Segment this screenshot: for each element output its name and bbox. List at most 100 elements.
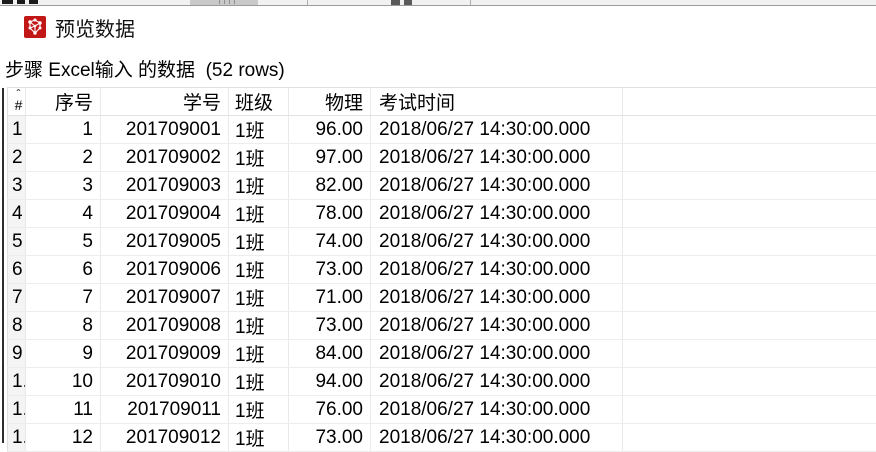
wuli-cell: 82.00 xyxy=(289,172,371,200)
xuhao-cell: 9 xyxy=(26,340,101,368)
kaoshi-shijian-cell: 2018/06/27 14:30:00.000 xyxy=(371,396,623,424)
table-row[interactable]: 882017090081班73.002018/06/27 14:30:00.00… xyxy=(8,312,876,340)
column-header-banji[interactable]: 班级 xyxy=(229,88,289,116)
dialog-titlebar[interactable]: 预览数据 xyxy=(0,6,876,48)
rownum-cell: 1 xyxy=(8,116,26,144)
column-header-xuhao[interactable]: 序号 xyxy=(26,88,101,116)
wuli-cell: 97.00 xyxy=(289,144,371,172)
kaoshi-shijian-cell: 2018/06/27 14:30:00.000 xyxy=(371,144,623,172)
banji-cell: 1班 xyxy=(229,312,289,340)
banji-cell: 1班 xyxy=(229,424,289,452)
rownum-cell: 4 xyxy=(8,200,26,228)
xuehao-cell: 201709009 xyxy=(101,340,229,368)
table-row[interactable]: 552017090051班74.002018/06/27 14:30:00.00… xyxy=(8,228,876,256)
kaoshi-shijian-cell: 2018/06/27 14:30:00.000 xyxy=(371,284,623,312)
xuehao-cell: 201709010 xyxy=(101,368,229,396)
xuehao-cell: 201709011 xyxy=(101,396,229,424)
table-row[interactable]: 332017090031班82.002018/06/27 14:30:00.00… xyxy=(8,172,876,200)
rownum-cell: 8 xyxy=(8,312,26,340)
kaoshi-shijian-cell: 2018/06/27 14:30:00.000 xyxy=(371,256,623,284)
kaoshi-shijian-cell: 2018/06/27 14:30:00.000 xyxy=(371,424,623,452)
preview-data-dialog: 预览数据 步骤 Excel输入 的数据 (52 rows) ˆ # 序号 学号 … xyxy=(0,5,876,443)
xuhao-cell: 6 xyxy=(26,256,101,284)
rownum-cell: 6 xyxy=(8,256,26,284)
table-row[interactable]: 1.112017090111班76.002018/06/27 14:30:00.… xyxy=(8,396,876,424)
xuhao-cell: 2 xyxy=(26,144,101,172)
filler-cell xyxy=(623,340,876,368)
banji-cell: 1班 xyxy=(229,200,289,228)
rownum-cell: 7 xyxy=(8,284,26,312)
background-edge-line xyxy=(2,88,4,443)
preview-table: ˆ # 序号 学号 班级 物理 考试时间 112017090011班96.002… xyxy=(7,87,876,452)
wuli-cell: 78.00 xyxy=(289,200,371,228)
filler-cell xyxy=(623,256,876,284)
column-header-wuli[interactable]: 物理 xyxy=(289,88,371,116)
table-row[interactable]: 442017090041班78.002018/06/27 14:30:00.00… xyxy=(8,200,876,228)
wuli-cell: 73.00 xyxy=(289,312,371,340)
banji-cell: 1班 xyxy=(229,284,289,312)
step-data-label: 步骤 Excel输入 的数据 (52 rows) xyxy=(5,55,285,82)
filler-cell xyxy=(623,200,876,228)
banji-cell: 1班 xyxy=(229,144,289,172)
rownum-cell: 1. xyxy=(8,424,26,452)
kaoshi-shijian-cell: 2018/06/27 14:30:00.000 xyxy=(371,172,623,200)
table-row[interactable]: 772017090071班71.002018/06/27 14:30:00.00… xyxy=(8,284,876,312)
xuehao-cell: 201709006 xyxy=(101,256,229,284)
table-row[interactable]: 222017090021班97.002018/06/27 14:30:00.00… xyxy=(8,144,876,172)
table-row[interactable]: 992017090091班84.002018/06/27 14:30:00.00… xyxy=(8,340,876,368)
filler-cell xyxy=(623,172,876,200)
filler-cell xyxy=(623,284,876,312)
column-header-filler xyxy=(623,88,876,116)
preview-table-body: 112017090011班96.002018/06/27 14:30:00.00… xyxy=(8,116,876,452)
column-header-kaoshi-shijian[interactable]: 考试时间 xyxy=(371,88,623,116)
kettle-logo-icon[interactable] xyxy=(24,16,46,38)
filler-cell xyxy=(623,116,876,144)
filler-cell xyxy=(623,312,876,340)
banji-cell: 1班 xyxy=(229,172,289,200)
background-text-fragment xyxy=(17,0,25,4)
column-header-rownum[interactable]: ˆ # xyxy=(8,88,26,116)
kaoshi-shijian-cell: 2018/06/27 14:30:00.000 xyxy=(371,228,623,256)
wuli-cell: 94.00 xyxy=(289,368,371,396)
wuli-cell: 71.00 xyxy=(289,284,371,312)
kaoshi-shijian-cell: 2018/06/27 14:30:00.000 xyxy=(371,200,623,228)
xuhao-cell: 10 xyxy=(26,368,101,396)
xuehao-cell: 201709001 xyxy=(101,116,229,144)
table-row[interactable]: 1.122017090121班73.002018/06/27 14:30:00.… xyxy=(8,424,876,452)
filler-cell xyxy=(623,396,876,424)
xuehao-cell: 201709004 xyxy=(101,200,229,228)
banji-cell: 1班 xyxy=(229,340,289,368)
rownum-cell: 5 xyxy=(8,228,26,256)
rownum-cell: 1. xyxy=(8,396,26,424)
table-row[interactable]: 662017090061班73.002018/06/27 14:30:00.00… xyxy=(8,256,876,284)
background-tick xyxy=(219,0,220,4)
filler-cell xyxy=(623,228,876,256)
table-header-row: ˆ # 序号 学号 班级 物理 考试时间 xyxy=(8,88,876,116)
rownum-cell: 9 xyxy=(8,340,26,368)
xuhao-cell: 5 xyxy=(26,228,101,256)
filler-cell xyxy=(623,424,876,452)
background-tick xyxy=(234,0,235,4)
wuli-cell: 76.00 xyxy=(289,396,371,424)
rownum-cell: 2 xyxy=(8,144,26,172)
xuhao-cell: 1 xyxy=(26,116,101,144)
background-tick xyxy=(229,0,230,4)
xuhao-cell: 8 xyxy=(26,312,101,340)
background-tick xyxy=(224,0,225,4)
wuli-cell: 73.00 xyxy=(289,256,371,284)
xuhao-cell: 4 xyxy=(26,200,101,228)
table-row[interactable]: 112017090011班96.002018/06/27 14:30:00.00… xyxy=(8,116,876,144)
filler-cell xyxy=(623,144,876,172)
xuehao-cell: 201709002 xyxy=(101,144,229,172)
kaoshi-shijian-cell: 2018/06/27 14:30:00.000 xyxy=(371,116,623,144)
xuehao-cell: 201709008 xyxy=(101,312,229,340)
kaoshi-shijian-cell: 2018/06/27 14:30:00.000 xyxy=(371,340,623,368)
rownum-cell: 3 xyxy=(8,172,26,200)
rownum-cell: 1. xyxy=(8,368,26,396)
xuhao-cell: 12 xyxy=(26,424,101,452)
xuehao-cell: 201709005 xyxy=(101,228,229,256)
table-row[interactable]: 1.102017090101班94.002018/06/27 14:30:00.… xyxy=(8,368,876,396)
column-header-xuehao[interactable]: 学号 xyxy=(101,88,229,116)
banji-cell: 1班 xyxy=(229,116,289,144)
wuli-cell: 96.00 xyxy=(289,116,371,144)
